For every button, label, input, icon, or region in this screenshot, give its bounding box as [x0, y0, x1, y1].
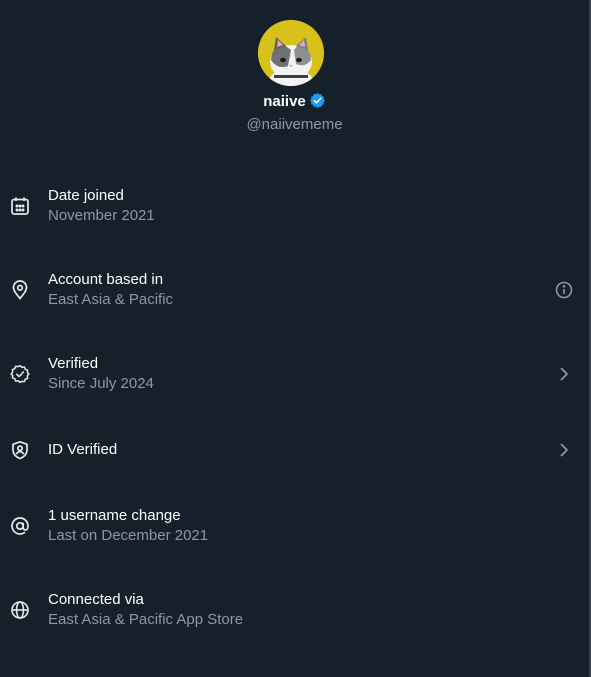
verified-badge-icon[interactable] — [309, 92, 326, 109]
row-subtitle: East Asia & Pacific App Store — [48, 611, 244, 628]
row-account-based-in: Account based in East Asia & Pacific — [0, 270, 589, 330]
row-date-joined: Date joined November 2021 — [0, 186, 589, 246]
row-verified[interactable]: Verified Since July 2024 — [0, 354, 589, 414]
row-username-change: 1 username change Last on December 2021 — [0, 506, 589, 566]
verified-check-icon — [10, 364, 30, 384]
user-handle: @naiivememe — [246, 116, 343, 133]
display-name-row: naiive — [0, 92, 589, 112]
globe-icon — [10, 600, 30, 620]
row-subtitle: Last on December 2021 — [48, 527, 209, 544]
row-subtitle: East Asia & Pacific — [48, 291, 174, 308]
row-title: Connected via — [48, 591, 144, 608]
location-pin-icon — [10, 280, 30, 300]
row-id-verified[interactable]: ID Verified — [0, 430, 589, 490]
row-title: ID Verified — [48, 441, 118, 458]
row-title: 1 username change — [48, 507, 181, 524]
display-name: naiive — [263, 93, 306, 110]
id-shield-icon — [10, 440, 30, 460]
chevron-right-icon[interactable] — [554, 440, 574, 460]
row-title: Account based in — [48, 271, 164, 288]
row-connected-via: Connected via East Asia & Pacific App St… — [0, 590, 589, 650]
chevron-right-icon[interactable] — [554, 364, 574, 384]
cat-avatar-icon — [258, 20, 324, 86]
avatar[interactable] — [258, 20, 324, 86]
row-subtitle: November 2021 — [48, 207, 155, 224]
info-icon[interactable] — [554, 280, 574, 300]
row-title: Verified — [48, 355, 99, 372]
calendar-icon — [10, 196, 30, 216]
row-title: Date joined — [48, 187, 124, 204]
at-sign-icon — [10, 516, 30, 536]
row-subtitle: Since July 2024 — [48, 375, 154, 392]
